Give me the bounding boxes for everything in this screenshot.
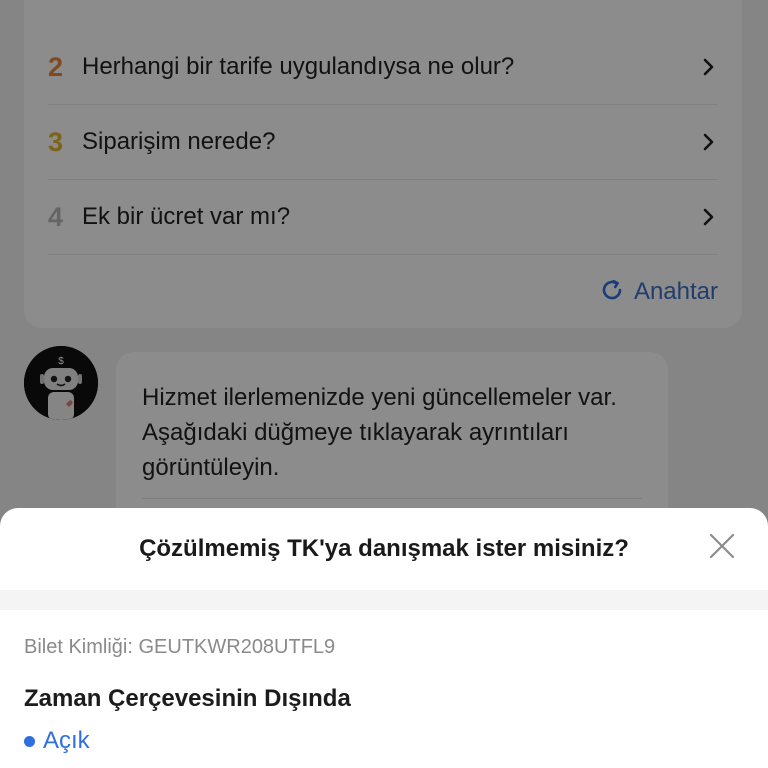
- ticket-status: Açık: [24, 727, 744, 755]
- sheet-header: Çözülmemiş TK'ya danışmak ister misiniz?: [0, 508, 768, 590]
- sheet-title: Çözülmemiş TK'ya danışmak ister misiniz?: [139, 535, 629, 562]
- status-text: Açık: [43, 727, 90, 754]
- ticket-card[interactable]: Bilet Kimliği: GEUTKWR208UTFL9 Zaman Çer…: [0, 610, 768, 755]
- status-dot: [24, 735, 35, 747]
- section-gap: [0, 590, 768, 610]
- ticket-title: Zaman Çerçevesinin Dışında: [24, 685, 351, 712]
- close-button[interactable]: [706, 532, 738, 564]
- ticket-id: Bilet Kimliği: GEUTKWR208UTFL9: [24, 636, 336, 658]
- close-icon: [709, 533, 735, 564]
- bottom-sheet: Çözülmemiş TK'ya danışmak ister misiniz?…: [0, 508, 768, 768]
